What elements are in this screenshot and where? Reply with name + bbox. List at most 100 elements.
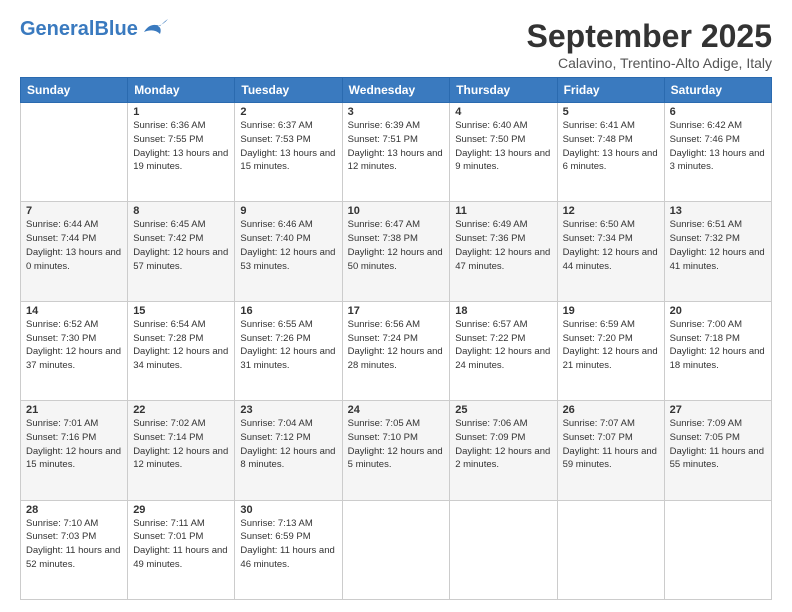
day-number: 1: [133, 106, 229, 118]
calendar-week-row: 14Sunrise: 6:52 AMSunset: 7:30 PMDayligh…: [21, 301, 772, 400]
day-info: Sunrise: 7:00 AMSunset: 7:18 PMDaylight:…: [670, 318, 766, 373]
table-row: 6Sunrise: 6:42 AMSunset: 7:46 PMDaylight…: [664, 103, 771, 202]
day-number: 11: [455, 205, 551, 217]
day-number: 26: [563, 404, 659, 416]
col-monday: Monday: [128, 78, 235, 103]
day-info: Sunrise: 6:54 AMSunset: 7:28 PMDaylight:…: [133, 318, 229, 373]
day-number: 29: [133, 504, 229, 516]
table-row: 14Sunrise: 6:52 AMSunset: 7:30 PMDayligh…: [21, 301, 128, 400]
day-number: 24: [348, 404, 445, 416]
col-tuesday: Tuesday: [235, 78, 342, 103]
table-row: 28Sunrise: 7:10 AMSunset: 7:03 PMDayligh…: [21, 500, 128, 599]
day-info: Sunrise: 6:39 AMSunset: 7:51 PMDaylight:…: [348, 119, 445, 174]
day-info: Sunrise: 7:07 AMSunset: 7:07 PMDaylight:…: [563, 417, 659, 472]
day-number: 30: [240, 504, 336, 516]
calendar-table: Sunday Monday Tuesday Wednesday Thursday…: [20, 77, 772, 600]
col-friday: Friday: [557, 78, 664, 103]
day-info: Sunrise: 6:59 AMSunset: 7:20 PMDaylight:…: [563, 318, 659, 373]
table-row: [664, 500, 771, 599]
table-row: 27Sunrise: 7:09 AMSunset: 7:05 PMDayligh…: [664, 401, 771, 500]
day-info: Sunrise: 7:04 AMSunset: 7:12 PMDaylight:…: [240, 417, 336, 472]
day-info: Sunrise: 6:44 AMSunset: 7:44 PMDaylight:…: [26, 218, 122, 273]
day-number: 9: [240, 205, 336, 217]
day-number: 20: [670, 305, 766, 317]
day-info: Sunrise: 6:51 AMSunset: 7:32 PMDaylight:…: [670, 218, 766, 273]
day-number: 12: [563, 205, 659, 217]
calendar-week-row: 7Sunrise: 6:44 AMSunset: 7:44 PMDaylight…: [21, 202, 772, 301]
day-info: Sunrise: 6:57 AMSunset: 7:22 PMDaylight:…: [455, 318, 551, 373]
table-row: 10Sunrise: 6:47 AMSunset: 7:38 PMDayligh…: [342, 202, 450, 301]
day-number: 18: [455, 305, 551, 317]
page-header: GeneralBlue September 2025 Calavino, Tre…: [20, 18, 772, 71]
day-info: Sunrise: 6:47 AMSunset: 7:38 PMDaylight:…: [348, 218, 445, 273]
calendar-week-row: 1Sunrise: 6:36 AMSunset: 7:55 PMDaylight…: [21, 103, 772, 202]
calendar-header-row: Sunday Monday Tuesday Wednesday Thursday…: [21, 78, 772, 103]
day-info: Sunrise: 7:01 AMSunset: 7:16 PMDaylight:…: [26, 417, 122, 472]
table-row: 2Sunrise: 6:37 AMSunset: 7:53 PMDaylight…: [235, 103, 342, 202]
table-row: 3Sunrise: 6:39 AMSunset: 7:51 PMDaylight…: [342, 103, 450, 202]
day-number: 28: [26, 504, 122, 516]
calendar-week-row: 28Sunrise: 7:10 AMSunset: 7:03 PMDayligh…: [21, 500, 772, 599]
day-number: 23: [240, 404, 336, 416]
day-number: 2: [240, 106, 336, 118]
location: Calavino, Trentino-Alto Adige, Italy: [527, 55, 772, 71]
day-info: Sunrise: 6:42 AMSunset: 7:46 PMDaylight:…: [670, 119, 766, 174]
table-row: 16Sunrise: 6:55 AMSunset: 7:26 PMDayligh…: [235, 301, 342, 400]
table-row: 1Sunrise: 6:36 AMSunset: 7:55 PMDaylight…: [128, 103, 235, 202]
day-number: 4: [455, 106, 551, 118]
col-saturday: Saturday: [664, 78, 771, 103]
day-info: Sunrise: 6:52 AMSunset: 7:30 PMDaylight:…: [26, 318, 122, 373]
day-number: 5: [563, 106, 659, 118]
day-info: Sunrise: 6:37 AMSunset: 7:53 PMDaylight:…: [240, 119, 336, 174]
day-number: 13: [670, 205, 766, 217]
day-number: 15: [133, 305, 229, 317]
table-row: [450, 500, 557, 599]
day-info: Sunrise: 6:55 AMSunset: 7:26 PMDaylight:…: [240, 318, 336, 373]
day-info: Sunrise: 6:49 AMSunset: 7:36 PMDaylight:…: [455, 218, 551, 273]
title-block: September 2025 Calavino, Trentino-Alto A…: [527, 18, 772, 71]
table-row: 22Sunrise: 7:02 AMSunset: 7:14 PMDayligh…: [128, 401, 235, 500]
col-wednesday: Wednesday: [342, 78, 450, 103]
month-title: September 2025: [527, 18, 772, 55]
table-row: 21Sunrise: 7:01 AMSunset: 7:16 PMDayligh…: [21, 401, 128, 500]
day-info: Sunrise: 7:06 AMSunset: 7:09 PMDaylight:…: [455, 417, 551, 472]
day-number: 25: [455, 404, 551, 416]
day-number: 22: [133, 404, 229, 416]
day-info: Sunrise: 7:02 AMSunset: 7:14 PMDaylight:…: [133, 417, 229, 472]
table-row: [21, 103, 128, 202]
day-number: 10: [348, 205, 445, 217]
table-row: 5Sunrise: 6:41 AMSunset: 7:48 PMDaylight…: [557, 103, 664, 202]
table-row: 17Sunrise: 6:56 AMSunset: 7:24 PMDayligh…: [342, 301, 450, 400]
day-info: Sunrise: 6:46 AMSunset: 7:40 PMDaylight:…: [240, 218, 336, 273]
day-number: 14: [26, 305, 122, 317]
table-row: [557, 500, 664, 599]
table-row: 7Sunrise: 6:44 AMSunset: 7:44 PMDaylight…: [21, 202, 128, 301]
table-row: 8Sunrise: 6:45 AMSunset: 7:42 PMDaylight…: [128, 202, 235, 301]
table-row: [342, 500, 450, 599]
day-info: Sunrise: 7:09 AMSunset: 7:05 PMDaylight:…: [670, 417, 766, 472]
day-number: 6: [670, 106, 766, 118]
day-number: 8: [133, 205, 229, 217]
table-row: 20Sunrise: 7:00 AMSunset: 7:18 PMDayligh…: [664, 301, 771, 400]
logo-bird-icon: [140, 18, 168, 40]
day-info: Sunrise: 7:10 AMSunset: 7:03 PMDaylight:…: [26, 517, 122, 572]
day-info: Sunrise: 6:36 AMSunset: 7:55 PMDaylight:…: [133, 119, 229, 174]
day-info: Sunrise: 6:41 AMSunset: 7:48 PMDaylight:…: [563, 119, 659, 174]
day-info: Sunrise: 6:50 AMSunset: 7:34 PMDaylight:…: [563, 218, 659, 273]
day-info: Sunrise: 7:11 AMSunset: 7:01 PMDaylight:…: [133, 517, 229, 572]
day-number: 16: [240, 305, 336, 317]
table-row: 11Sunrise: 6:49 AMSunset: 7:36 PMDayligh…: [450, 202, 557, 301]
table-row: 23Sunrise: 7:04 AMSunset: 7:12 PMDayligh…: [235, 401, 342, 500]
col-sunday: Sunday: [21, 78, 128, 103]
table-row: 19Sunrise: 6:59 AMSunset: 7:20 PMDayligh…: [557, 301, 664, 400]
table-row: 4Sunrise: 6:40 AMSunset: 7:50 PMDaylight…: [450, 103, 557, 202]
table-row: 30Sunrise: 7:13 AMSunset: 6:59 PMDayligh…: [235, 500, 342, 599]
table-row: 29Sunrise: 7:11 AMSunset: 7:01 PMDayligh…: [128, 500, 235, 599]
day-number: 17: [348, 305, 445, 317]
col-thursday: Thursday: [450, 78, 557, 103]
table-row: 9Sunrise: 6:46 AMSunset: 7:40 PMDaylight…: [235, 202, 342, 301]
table-row: 25Sunrise: 7:06 AMSunset: 7:09 PMDayligh…: [450, 401, 557, 500]
day-info: Sunrise: 6:56 AMSunset: 7:24 PMDaylight:…: [348, 318, 445, 373]
day-info: Sunrise: 7:05 AMSunset: 7:10 PMDaylight:…: [348, 417, 445, 472]
day-info: Sunrise: 7:13 AMSunset: 6:59 PMDaylight:…: [240, 517, 336, 572]
